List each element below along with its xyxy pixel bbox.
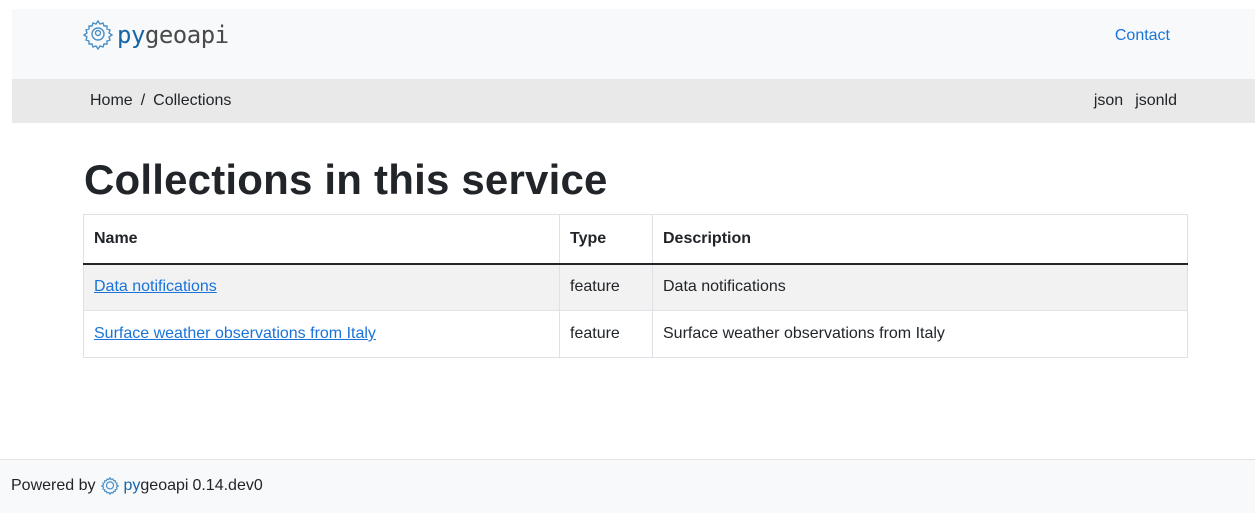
breadcrumb-collections[interactable]: Collections xyxy=(153,92,231,110)
cell-description: Data notifications xyxy=(652,263,1188,311)
table-header-row: Name Type Description xyxy=(83,214,1188,265)
column-header-name: Name xyxy=(83,214,560,265)
breadcrumb-separator: / xyxy=(140,92,146,109)
powered-by-text: Powered by xyxy=(11,477,96,494)
logo-text-py: py xyxy=(117,21,145,49)
contact-link[interactable]: Contact xyxy=(1115,27,1170,45)
gear-location-icon xyxy=(100,476,119,496)
cell-name: Data notifications xyxy=(83,263,560,311)
cell-type: feature xyxy=(559,310,653,358)
format-links: json jsonld xyxy=(1094,92,1177,110)
cell-type: feature xyxy=(559,263,653,311)
pygeoapi-logo[interactable]: pygeoapi xyxy=(81,17,229,53)
gear-location-icon xyxy=(82,19,114,51)
breadcrumb-home[interactable]: Home xyxy=(90,92,133,110)
table-row: Surface weather observations from Italy … xyxy=(83,310,1188,358)
page: pygeoapi Contact Home / Collections json… xyxy=(0,0,1255,513)
version-text: 0.14.dev0 xyxy=(192,477,263,494)
footer: Powered by pygeoapi 0.14.dev0 xyxy=(0,459,1255,513)
breadcrumb-bar: Home / Collections json jsonld xyxy=(12,79,1255,123)
collections-table: Name Type Description Data notifications… xyxy=(83,214,1188,358)
footer-logo-py: py xyxy=(123,477,141,494)
footer-logo-text[interactable]: pygeoapi xyxy=(124,477,189,495)
format-jsonld-link[interactable]: jsonld xyxy=(1135,92,1177,110)
page-title: Collections in this service xyxy=(84,156,608,203)
format-json-link[interactable]: json xyxy=(1094,92,1123,110)
cell-name: Surface weather observations from Italy xyxy=(83,310,560,358)
footer-logo-geoapi: geoapi xyxy=(140,477,189,494)
cell-description: Surface weather observations from Italy xyxy=(652,310,1188,358)
logo-text-geoapi: geoapi xyxy=(144,21,229,49)
top-navbar: pygeoapi Contact xyxy=(12,9,1255,79)
logo-text: pygeoapi xyxy=(117,21,229,49)
column-header-type: Type xyxy=(559,214,653,265)
breadcrumb: Home / Collections xyxy=(90,92,231,110)
column-header-description: Description xyxy=(652,214,1188,265)
footer-content: Powered by pygeoapi 0.14.dev0 xyxy=(11,476,263,496)
collection-link[interactable]: Surface weather observations from Italy xyxy=(94,325,376,342)
table-row: Data notifications feature Data notifica… xyxy=(83,263,1188,311)
collection-link[interactable]: Data notifications xyxy=(94,278,217,295)
